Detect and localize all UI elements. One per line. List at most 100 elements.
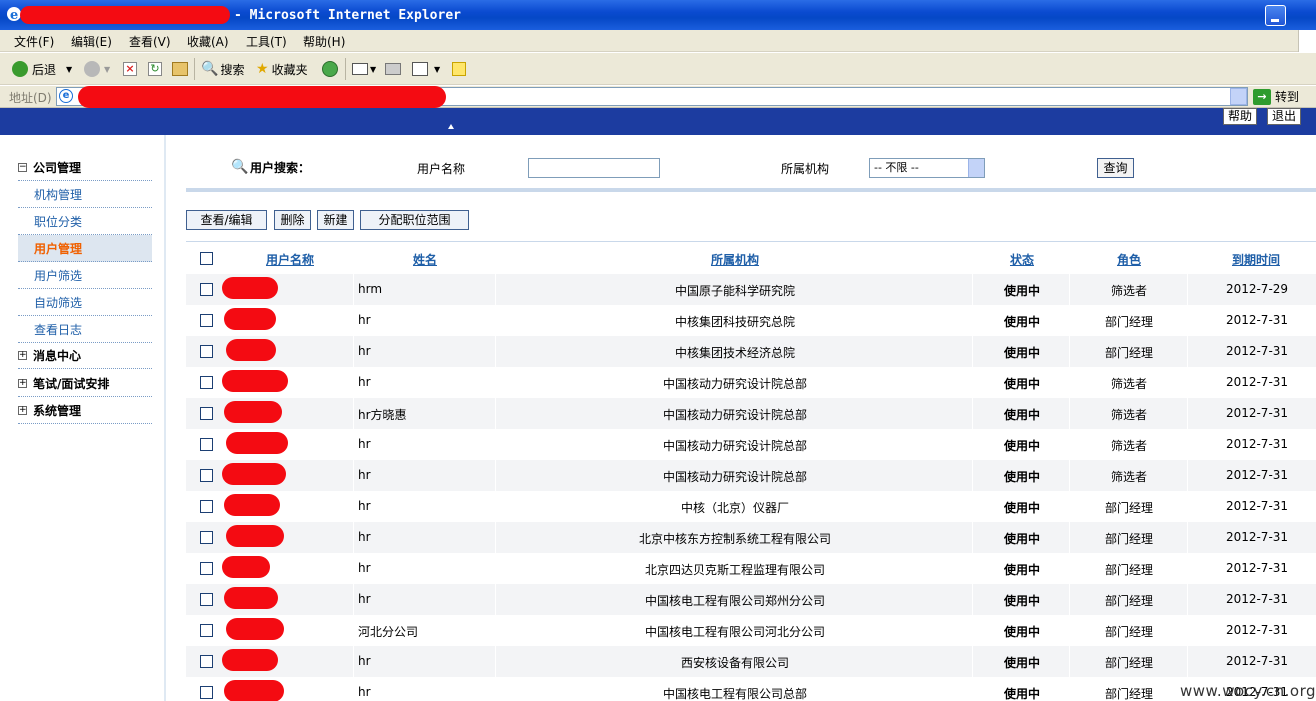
table-row[interactable]: hr 中国核电工程有限公司总部 使用中 部门经理 2012-7-31 [186,677,1316,701]
col-name[interactable]: 姓名 [411,251,439,268]
column-divider [1187,522,1188,553]
back-button[interactable]: 后退 ▼ [12,59,72,79]
row-checkbox[interactable] [200,376,213,389]
cell-org: 中国核电工程有限公司河北分公司 [644,625,825,639]
row-checkbox[interactable] [200,283,213,296]
view-edit-button[interactable]: 查看/编辑 [186,210,267,230]
cell-expiry: 2012-7-31 [1225,654,1289,668]
username-input[interactable] [528,158,660,178]
row-checkbox[interactable] [200,438,213,451]
sidebar-item-position[interactable]: 职位分类 [18,208,152,235]
cell-expiry: 2012-7-31 [1225,561,1289,575]
redacted-username [224,401,282,423]
new-button[interactable]: 新建 [317,210,354,230]
edit-button[interactable]: ▼ [412,59,440,79]
cell-org: 中国核动力研究设计院总部 [662,470,807,484]
menu-tools[interactable]: 工具(T) [246,33,287,50]
stop-button[interactable]: × [123,59,137,79]
row-checkbox[interactable] [200,469,213,482]
nav-active-indicator-icon [448,124,454,129]
table-row[interactable]: hr 中核（北京）仪器厂 使用中 部门经理 2012-7-31 [186,491,1316,522]
row-checkbox[interactable] [200,531,213,544]
refresh-button[interactable]: ↻ [148,59,162,79]
col-username[interactable]: 用户名称 [262,251,318,268]
back-dropdown-icon[interactable]: ▼ [66,65,72,74]
minimize-button[interactable] [1265,5,1286,26]
table-row[interactable]: hr 西安核设备有限公司 使用中 部门经理 2012-7-31 [186,646,1316,677]
search-button[interactable]: 🔍 搜索 [201,59,244,79]
col-org[interactable]: 所属机构 [707,251,763,268]
column-divider [353,460,354,491]
menu-file[interactable]: 文件(F) [14,33,54,50]
sidebar-item-users[interactable]: 用户管理 [18,235,152,262]
logout-button[interactable]: 退出 [1267,108,1302,125]
help-button[interactable]: 帮助 [1223,108,1258,125]
table-row[interactable]: hr 中国核电工程有限公司郑州分公司 使用中 部门经理 2012-7-31 [186,584,1316,615]
column-divider [495,429,496,460]
table-row[interactable]: hr 北京中核东方控制系统工程有限公司 使用中 部门经理 2012-7-31 [186,522,1316,553]
assign-scope-button[interactable]: 分配职位范围 [360,210,469,230]
home-button[interactable] [172,59,188,79]
sidebar-item-org[interactable]: 机构管理 [18,181,152,208]
sidebar-group-system[interactable]: + 系统管理 [18,398,152,424]
query-button[interactable]: 查询 [1097,158,1134,178]
cell-role: 部门经理 [1104,687,1153,701]
org-select[interactable]: -- 不限 -- [869,158,985,178]
favorites-button[interactable]: ★ 收藏夹 [256,59,308,79]
mail-button[interactable]: ▼ [352,59,376,79]
column-divider [353,305,354,336]
column-divider [1187,305,1188,336]
row-checkbox[interactable] [200,314,213,327]
cell-expiry: 2012-7-29 [1225,282,1289,296]
sidebar-item-user-filter[interactable]: 用户筛选 [18,262,152,289]
table-row[interactable]: hr 中国核动力研究设计院总部 使用中 筛选者 2012-7-31 [186,367,1316,398]
col-role[interactable]: 角色 [1115,251,1143,268]
history-button[interactable] [322,59,342,79]
row-checkbox[interactable] [200,345,213,358]
row-checkbox[interactable] [200,624,213,637]
expand-icon: + [18,350,27,360]
col-status[interactable]: 状态 [1008,251,1036,268]
table-row[interactable]: hr 中国核动力研究设计院总部 使用中 筛选者 2012-7-31 [186,460,1316,491]
cell-status: 使用中 [1003,408,1040,422]
row-checkbox[interactable] [200,407,213,420]
history-icon [322,61,338,77]
select-all-checkbox[interactable] [200,252,213,265]
row-checkbox[interactable] [200,593,213,606]
menu-help[interactable]: 帮助(H) [303,33,345,50]
cell-status: 使用中 [1003,439,1040,453]
table-row[interactable]: hr方晓惠 中国核动力研究设计院总部 使用中 筛选者 2012-7-31 [186,398,1316,429]
mail-dropdown-icon[interactable]: ▼ [370,65,376,74]
sidebar-group-company[interactable]: − 公司管理 [18,155,152,181]
table-row[interactable]: 河北分公司 中国核电工程有限公司河北分公司 使用中 部门经理 2012-7-31 [186,615,1316,646]
column-divider [353,491,354,522]
table-row[interactable]: hr 北京四达贝克斯工程监理有限公司 使用中 部门经理 2012-7-31 [186,553,1316,584]
table-row[interactable]: hr 中核集团技术经济总院 使用中 部门经理 2012-7-31 [186,336,1316,367]
row-checkbox[interactable] [200,500,213,513]
note-icon [452,62,466,76]
menu-favorites[interactable]: 收藏(A) [187,33,229,50]
forward-button[interactable]: ▼ [84,59,110,79]
edit-dropdown-icon[interactable]: ▼ [434,65,440,74]
row-checkbox[interactable] [200,655,213,668]
menu-view[interactable]: 查看(V) [129,33,171,50]
messenger-button[interactable] [452,59,466,79]
row-checkbox[interactable] [200,686,213,699]
table-row[interactable]: hr 中国核动力研究设计院总部 使用中 筛选者 2012-7-31 [186,429,1316,460]
column-divider [495,274,496,305]
delete-button[interactable]: 删除 [274,210,311,230]
sidebar-item-auto-filter[interactable]: 自动筛选 [18,289,152,316]
go-button[interactable]: → 转到 [1253,88,1299,105]
sidebar-group-messages[interactable]: + 消息中心 [18,343,152,369]
table-row[interactable]: hrm 中国原子能科学研究院 使用中 筛选者 2012-7-29 [186,274,1316,305]
sidebar-group-exams[interactable]: + 笔试/面试安排 [18,371,152,397]
print-button[interactable] [385,59,401,79]
menu-edit[interactable]: 编辑(E) [71,33,112,50]
sidebar-item-logs[interactable]: 查看日志 [18,316,152,343]
row-checkbox[interactable] [200,562,213,575]
column-divider [495,615,496,646]
address-dropdown-icon[interactable] [1230,88,1247,105]
col-expiry[interactable]: 到期时间 [1228,251,1284,268]
column-divider [353,646,354,677]
table-row[interactable]: hr 中核集团科技研究总院 使用中 部门经理 2012-7-31 [186,305,1316,336]
